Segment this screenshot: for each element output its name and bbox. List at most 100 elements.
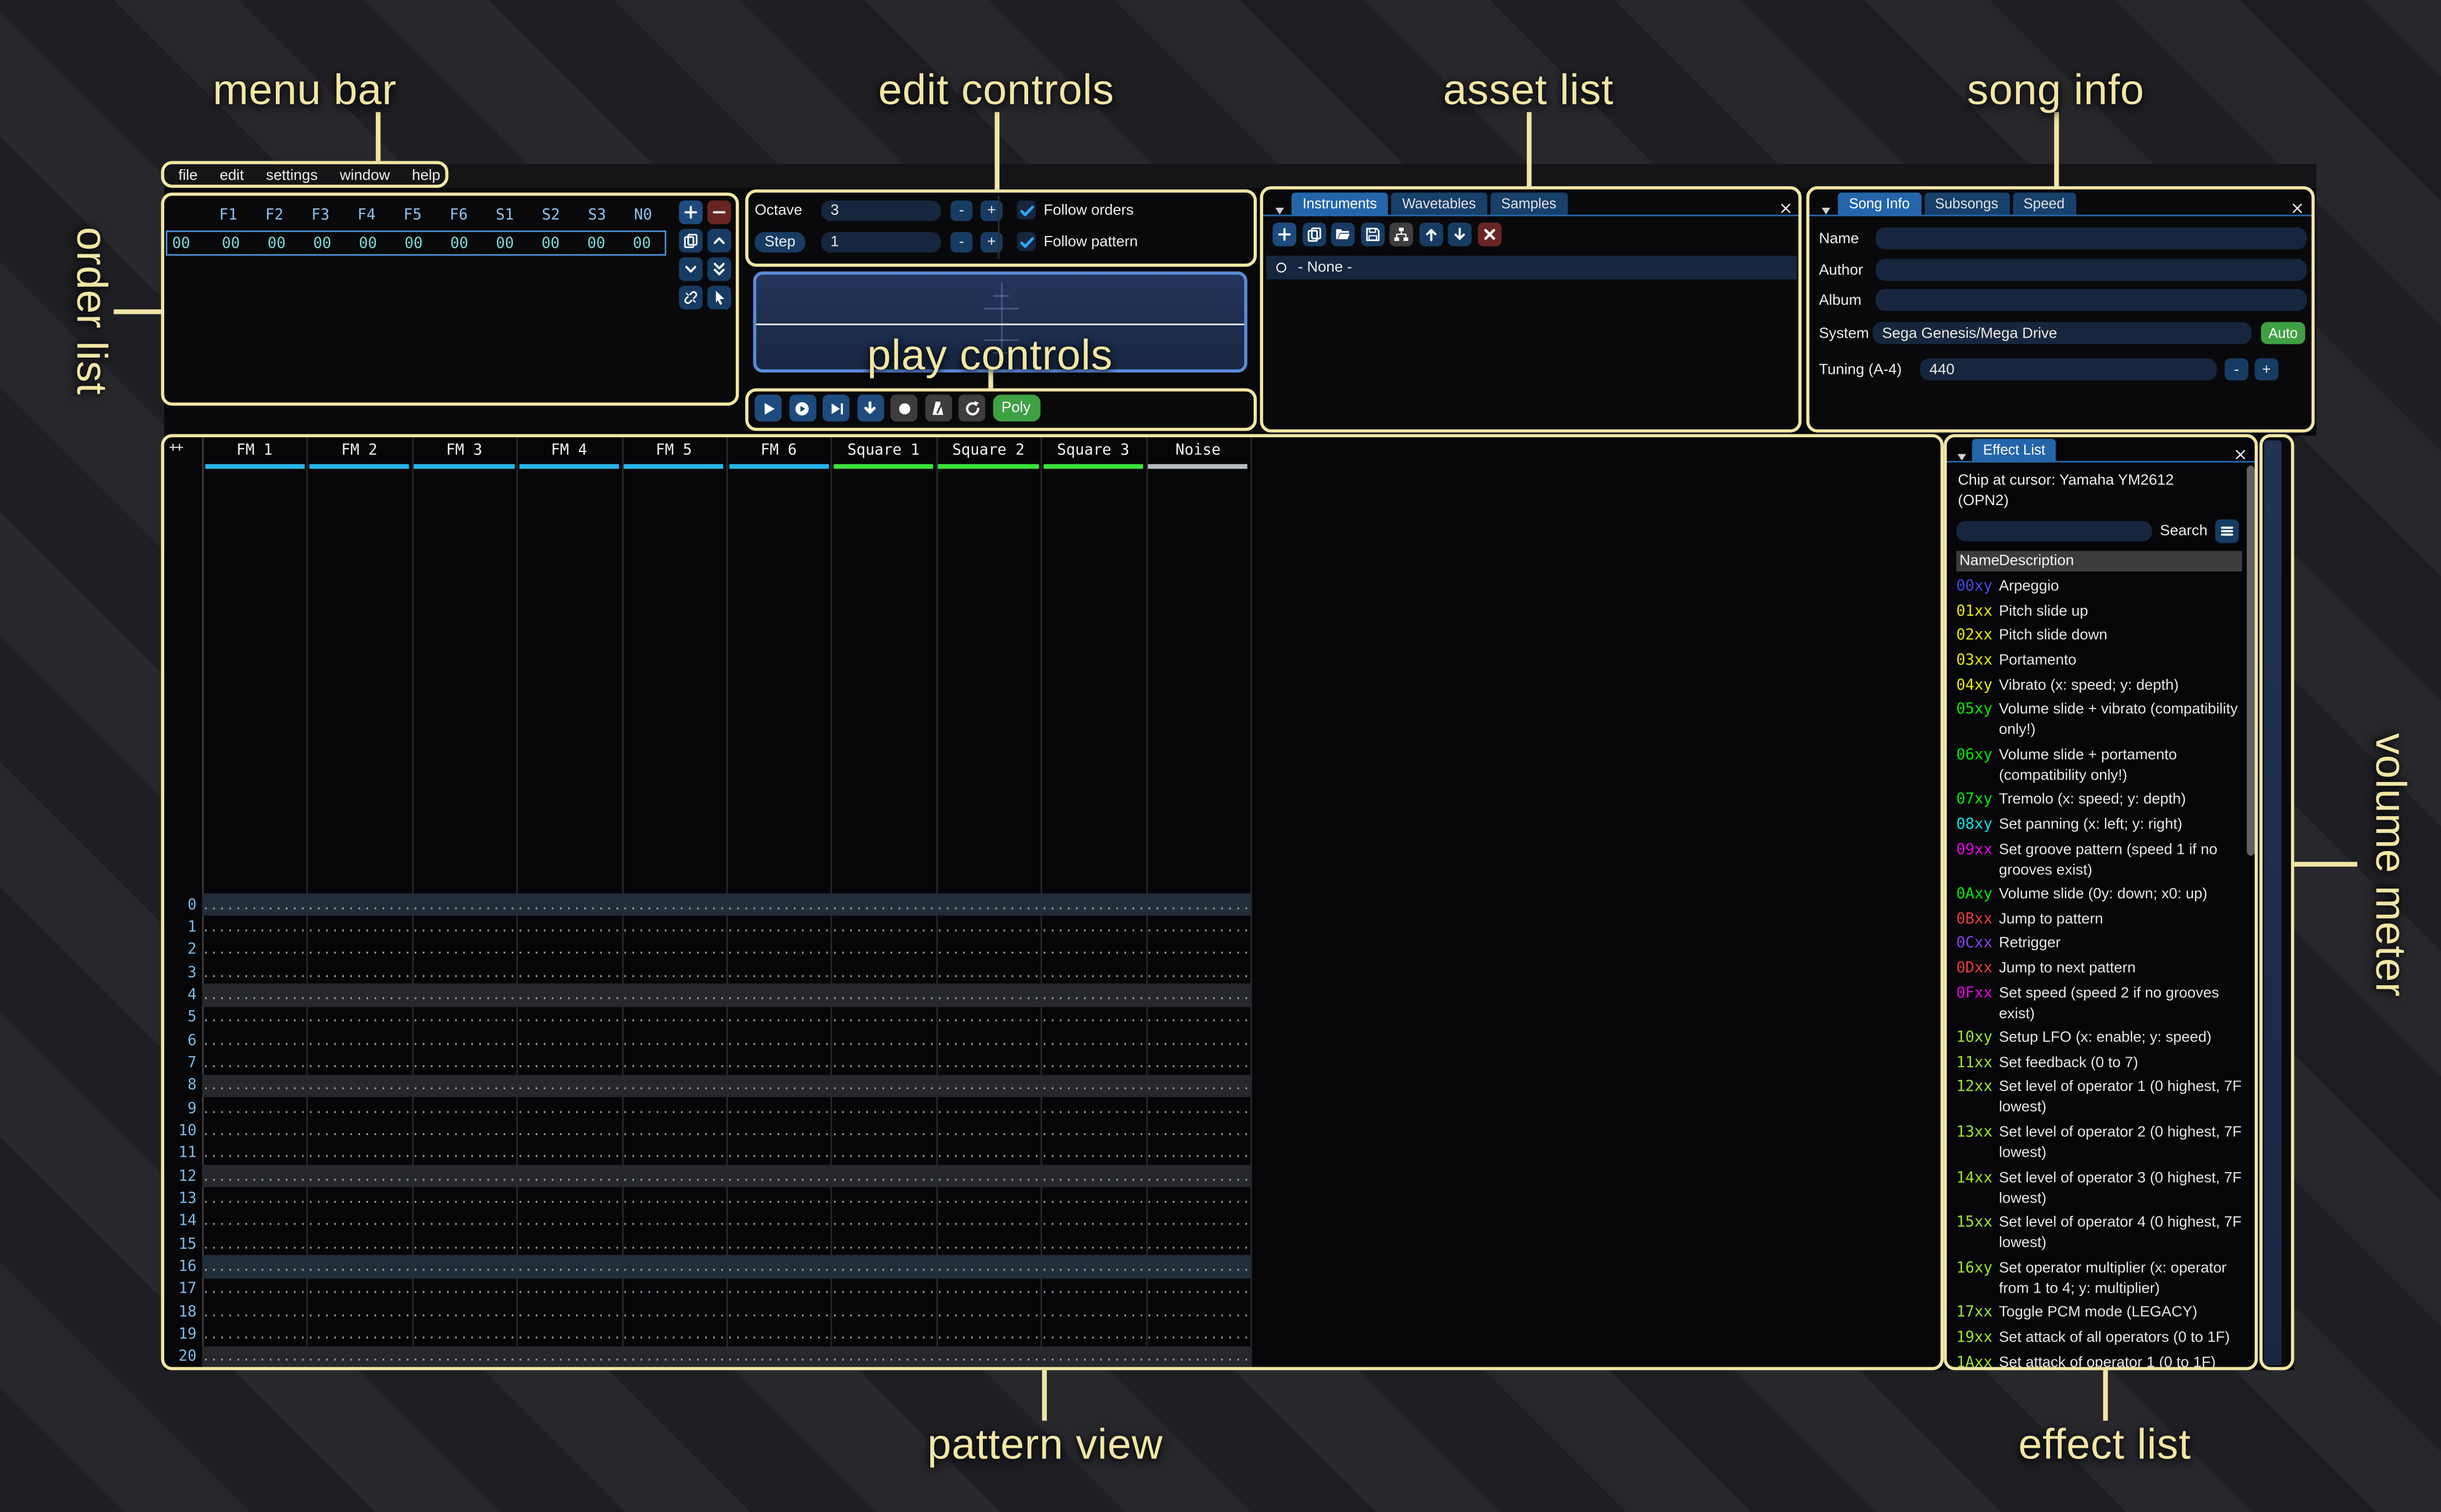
order-cell[interactable]: 00 — [482, 234, 528, 251]
pattern-cell[interactable]: ............. — [517, 1350, 622, 1364]
pattern-cell[interactable]: ............. — [307, 1214, 412, 1229]
pattern-cell[interactable]: ............. — [1041, 943, 1146, 957]
effect-row-13xx[interactable]: 13xxSet level of operator 2 (0 highest, … — [1956, 1120, 2242, 1166]
pattern-cell[interactable]: ............. — [517, 1056, 622, 1070]
pattern-cell[interactable]: ............. — [202, 1011, 307, 1025]
pattern-cell[interactable]: ............. — [1145, 897, 1250, 912]
pattern-cell[interactable]: ............. — [202, 1079, 307, 1093]
pattern-cell[interactable]: ............. — [202, 1192, 307, 1206]
pattern-cell[interactable]: ............. — [621, 1079, 726, 1093]
pattern-cell[interactable]: ............. — [831, 1101, 936, 1116]
effect-row-0Bxx[interactable]: 0BxxJump to pattern — [1956, 907, 2242, 932]
channel-header-fm-1[interactable]: FM 1 — [202, 441, 307, 460]
order-cell[interactable]: 00 — [437, 234, 483, 251]
pattern-cell[interactable]: ............. — [517, 943, 622, 957]
pattern-cell[interactable]: ............. — [936, 1350, 1041, 1364]
name-input[interactable] — [1876, 227, 2307, 249]
pattern-cell[interactable]: ............. — [517, 965, 622, 980]
pattern-cell[interactable]: ............. — [517, 1282, 622, 1296]
pattern-cell[interactable]: ............. — [1145, 1327, 1250, 1342]
pattern-cell[interactable]: ............. — [412, 988, 517, 1002]
pattern-cell[interactable]: ............. — [202, 897, 307, 912]
pattern-cell[interactable]: ............. — [307, 1124, 412, 1138]
pattern-cell[interactable]: ............. — [936, 988, 1041, 1002]
effect-row-00xy[interactable]: 00xyArpeggio — [1956, 575, 2242, 600]
pattern-cell[interactable]: ............. — [726, 1192, 831, 1206]
menu-item-window[interactable]: window — [340, 167, 390, 185]
asset-delete-button[interactable] — [1477, 223, 1501, 246]
pattern-cell[interactable]: ............. — [517, 1033, 622, 1048]
pattern-cell[interactable]: ............. — [307, 1259, 412, 1274]
channel-header-noise[interactable]: Noise — [1146, 441, 1251, 460]
tab-wavetables[interactable]: Wavetables — [1391, 192, 1487, 214]
pattern-cell[interactable]: ............. — [1145, 943, 1250, 957]
effect-row-06xy[interactable]: 06xyVolume slide + portamento (compatibi… — [1956, 743, 2242, 788]
pattern-cell[interactable]: ............. — [726, 897, 831, 912]
order-double-chevron-down-button[interactable] — [708, 258, 731, 281]
menu-item-edit[interactable]: edit — [219, 167, 244, 185]
pattern-cell[interactable]: ............. — [726, 943, 831, 957]
pattern-cell[interactable]: ............. — [517, 1259, 622, 1274]
pattern-cell[interactable]: ............. — [726, 1169, 831, 1184]
effect-list-scrollbar[interactable] — [2247, 466, 2255, 856]
pattern-cell[interactable]: ............. — [621, 1101, 726, 1116]
pattern-cell[interactable]: ............. — [1145, 1079, 1250, 1093]
pattern-cell[interactable]: ............. — [517, 1147, 622, 1161]
pattern-cell[interactable]: ............. — [726, 1056, 831, 1070]
effect-row-02xx[interactable]: 02xxPitch slide down — [1956, 624, 2242, 649]
order-chevron-up-button[interactable] — [708, 229, 731, 253]
pattern-cell[interactable]: ............. — [621, 897, 726, 912]
pattern-cell[interactable]: ............. — [202, 1124, 307, 1138]
pattern-cell[interactable]: ............. — [726, 1079, 831, 1093]
pattern-cell[interactable]: ............. — [936, 1259, 1041, 1274]
pattern-cell[interactable]: ............. — [1041, 1169, 1146, 1184]
pattern-cell[interactable]: ............. — [621, 1327, 726, 1342]
author-input[interactable] — [1876, 259, 2307, 281]
asset-add-button[interactable] — [1272, 223, 1296, 246]
pattern-cell[interactable]: ............. — [831, 1147, 936, 1161]
order-cursor-arrow-button[interactable] — [708, 286, 731, 309]
pattern-cell[interactable]: ............. — [1041, 1147, 1146, 1161]
pattern-cell[interactable]: ............. — [202, 943, 307, 957]
asset-open-button[interactable] — [1331, 223, 1355, 246]
channel-header-fm-2[interactable]: FM 2 — [307, 441, 412, 460]
pattern-cell[interactable]: ............. — [307, 1101, 412, 1116]
pattern-cell[interactable]: ............. — [831, 920, 936, 935]
effect-row-19xx[interactable]: 19xxSet attack of all operators (0 to 1F… — [1956, 1325, 2242, 1350]
effect-row-14xx[interactable]: 14xxSet level of operator 3 (0 highest, … — [1956, 1166, 2242, 1211]
album-input[interactable] — [1876, 289, 2307, 311]
pattern-cell[interactable]: ............. — [1041, 1079, 1146, 1093]
asset-list-selected-row[interactable]: - None - — [1266, 256, 1797, 280]
order-cell[interactable]: 00 — [300, 234, 345, 251]
pattern-cell[interactable]: ............. — [831, 1327, 936, 1342]
asset-list-close-button[interactable] — [1778, 196, 1794, 224]
pattern-cell[interactable]: ............. — [412, 1214, 517, 1229]
pattern-cell[interactable]: ............. — [621, 1169, 726, 1184]
pattern-cell[interactable]: ............. — [517, 988, 622, 1002]
pattern-cell[interactable]: ............. — [412, 920, 517, 935]
order-chevron-down-button[interactable] — [679, 258, 703, 281]
menu-item-file[interactable]: file — [179, 167, 198, 185]
pattern-cell[interactable]: ............. — [307, 920, 412, 935]
pattern-cell[interactable]: ............. — [831, 1350, 936, 1364]
pattern-cell[interactable]: ............. — [307, 1033, 412, 1048]
channel-header-fm-5[interactable]: FM 5 — [621, 441, 726, 460]
pattern-cell[interactable]: ............. — [1145, 1259, 1250, 1274]
effect-row-08xy[interactable]: 08xySet panning (x: left; y: right) — [1956, 812, 2242, 837]
pattern-cell[interactable]: ............. — [412, 943, 517, 957]
pattern-cell[interactable]: ............. — [1145, 1350, 1250, 1364]
pattern-cell[interactable]: ............. — [621, 943, 726, 957]
pattern-cell[interactable]: ............. — [831, 1124, 936, 1138]
channel-header-fm-3[interactable]: FM 3 — [412, 441, 517, 460]
pattern-cell[interactable]: ............. — [307, 1056, 412, 1070]
step-decrement-button[interactable]: - — [951, 232, 973, 253]
pattern-cell[interactable]: ............. — [202, 1327, 307, 1342]
pattern-cell[interactable]: ............. — [621, 1011, 726, 1025]
channel-header-fm-4[interactable]: FM 4 — [517, 441, 622, 460]
pattern-cell[interactable]: ............. — [517, 1214, 622, 1229]
pattern-cell[interactable]: ............. — [412, 1101, 517, 1116]
effect-row-11xx[interactable]: 11xxSet feedback (0 to 7) — [1956, 1051, 2242, 1075]
pattern-cell[interactable]: ............. — [726, 1214, 831, 1229]
pattern-cell[interactable]: ............. — [517, 1192, 622, 1206]
pattern-cell[interactable]: ............. — [726, 965, 831, 980]
